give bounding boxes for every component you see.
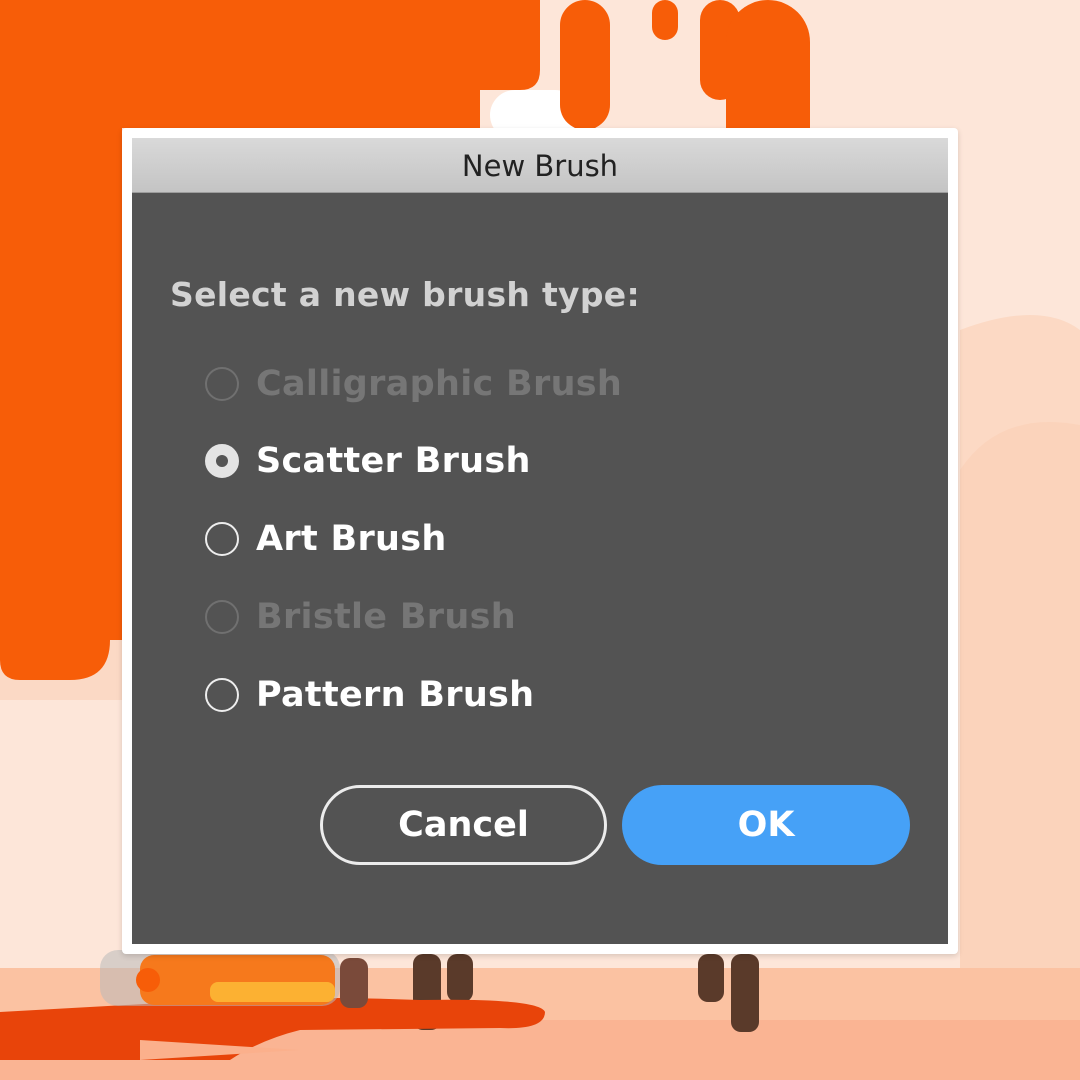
option-calligraphic-brush: Calligraphic Brush [205, 362, 622, 406]
cancel-button-label: Cancel [398, 805, 529, 845]
option-scatter-brush[interactable]: Scatter Brush [205, 439, 531, 483]
option-label-calligraphic-brush: Calligraphic Brush [256, 364, 623, 404]
option-bristle-brush: Bristle Brush [205, 595, 516, 639]
ok-button-label: OK [737, 805, 795, 845]
ok-button[interactable]: OK [622, 785, 910, 865]
radio-art-brush[interactable] [205, 522, 239, 556]
dialog-title: New Brush [461, 149, 619, 183]
option-label-pattern-brush[interactable]: Pattern Brush [256, 675, 534, 715]
option-label-bristle-brush: Bristle Brush [256, 597, 516, 637]
option-label-scatter-brush[interactable]: Scatter Brush [256, 441, 531, 481]
option-pattern-brush[interactable]: Pattern Brush [205, 673, 534, 717]
brush-type-prompt: Select a new brush type: [170, 275, 640, 314]
dialog-title-bar[interactable]: New Brush [132, 138, 948, 193]
option-art-brush[interactable]: Art Brush [205, 517, 447, 561]
radio-calligraphic-brush [205, 367, 239, 401]
radio-pattern-brush[interactable] [205, 678, 239, 712]
radio-scatter-brush[interactable] [205, 444, 239, 478]
cancel-button[interactable]: Cancel [320, 785, 607, 865]
new-brush-dialog-frame: New Brush Select a new brush type: Calli… [122, 128, 958, 954]
option-label-art-brush[interactable]: Art Brush [256, 519, 447, 559]
radio-bristle-brush [205, 600, 239, 634]
new-brush-dialog: New Brush Select a new brush type: Calli… [132, 138, 948, 944]
